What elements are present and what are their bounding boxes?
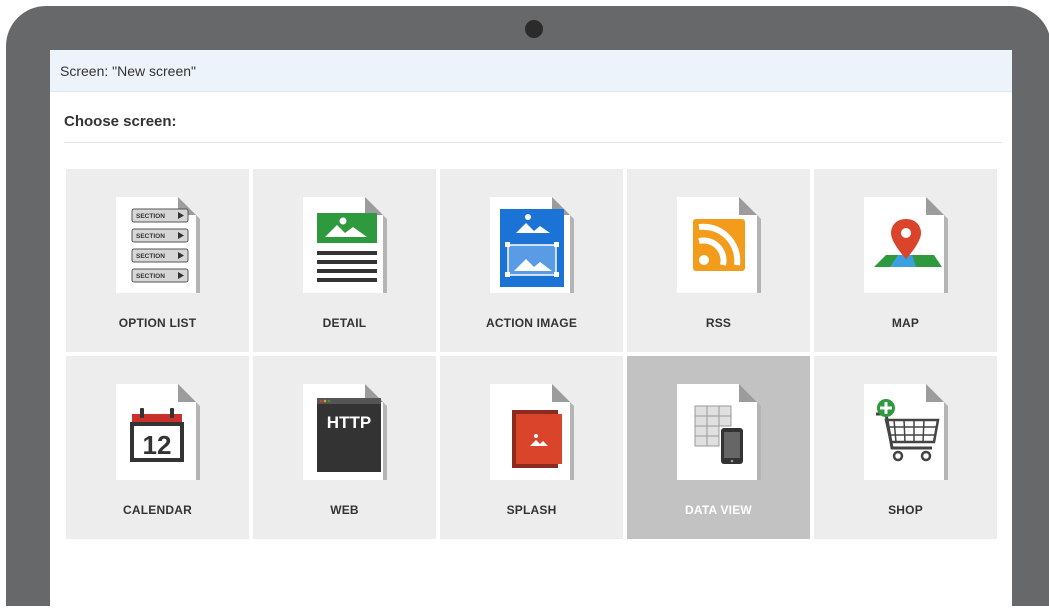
data-view-icon: [676, 384, 761, 480]
svg-text:SECTION: SECTION: [136, 213, 165, 220]
tile-option-list[interactable]: SECTION SECTION SECTION SECTION OPTION L…: [66, 169, 249, 352]
calendar-icon: 12: [115, 384, 200, 480]
camera-icon: [525, 20, 543, 38]
shop-icon: [863, 384, 948, 480]
splash-icon: [489, 384, 574, 480]
svg-text:SECTION: SECTION: [136, 233, 165, 240]
option-list-icon: SECTION SECTION SECTION SECTION: [115, 197, 200, 293]
rss-icon: [676, 197, 761, 293]
tile-label: CALENDAR: [123, 503, 192, 517]
svg-text:SECTION: SECTION: [136, 253, 165, 260]
tile-calendar[interactable]: 12 CALENDAR: [66, 356, 249, 539]
tile-web[interactable]: HTTP WEB: [253, 356, 436, 539]
tile-label: DETAIL: [322, 316, 367, 330]
tile-data-view[interactable]: DATA VIEW: [627, 356, 810, 539]
web-icon: HTTP: [302, 384, 387, 480]
tile-label: SPLASH: [506, 503, 557, 517]
screen-type-grid: SECTION SECTION SECTION SECTION OPTION L…: [66, 169, 997, 539]
svg-text:SECTION: SECTION: [136, 273, 165, 280]
action-image-icon: [489, 197, 574, 293]
tile-rss[interactable]: RSS: [627, 169, 810, 352]
window-title: Screen: "New screen": [50, 50, 1012, 92]
tile-label: OPTION LIST: [118, 316, 197, 330]
svg-text:12: 12: [142, 430, 171, 460]
tile-map[interactable]: MAP: [814, 169, 997, 352]
tile-label: RSS: [705, 316, 732, 330]
tile-label: MAP: [891, 316, 920, 330]
map-icon: [863, 197, 948, 293]
tile-splash[interactable]: SPLASH: [440, 356, 623, 539]
tile-label: WEB: [330, 503, 359, 517]
detail-icon: [302, 197, 387, 293]
tile-action-image[interactable]: ACTION IMAGE: [440, 169, 623, 352]
tile-shop[interactable]: SHOP: [814, 356, 997, 539]
page-title: Choose screen:: [64, 113, 1002, 143]
tile-label: SHOP: [888, 503, 923, 517]
tile-label: ACTION IMAGE: [485, 316, 578, 330]
app-screen: Screen: "New screen" Choose screen: SECT…: [50, 50, 1012, 610]
svg-text:HTTP: HTTP: [326, 413, 370, 432]
tile-detail[interactable]: DETAIL: [253, 169, 436, 352]
tile-label: DATA VIEW: [685, 503, 752, 517]
